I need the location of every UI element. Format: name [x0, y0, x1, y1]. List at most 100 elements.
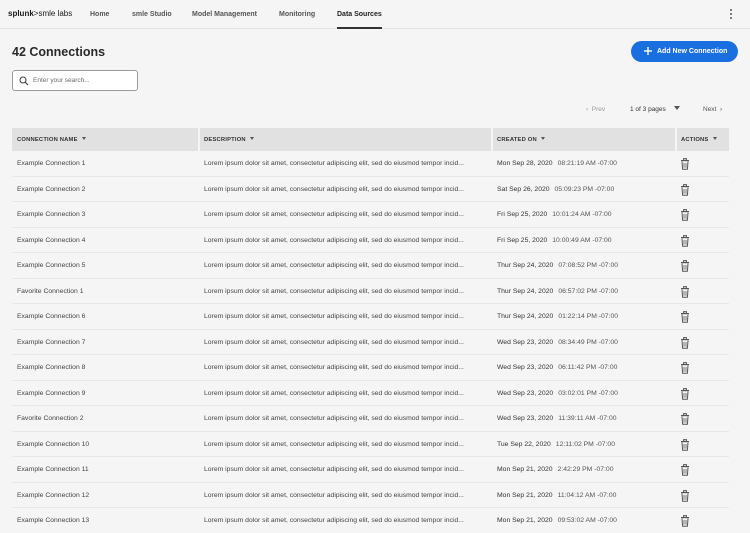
- add-new-connection-label: Add New Connection: [657, 47, 728, 55]
- trash-icon[interactable]: [680, 208, 690, 221]
- created-date: Fri Sep 25, 2020: [497, 236, 548, 244]
- created-time: 06:57:02 PM -07:00: [558, 287, 619, 295]
- connection-description: Lorem ipsum dolor sit amet, consectetur …: [204, 160, 464, 167]
- created-date: Sat Sep 26, 2020: [497, 185, 550, 193]
- created-date: Wed Sep 23, 2020: [497, 338, 554, 346]
- table-row[interactable]: Example Connection 6 Lorem ipsum dolor si…: [12, 304, 729, 330]
- connection-name[interactable]: Example Connection 7: [17, 339, 197, 346]
- trash-icon[interactable]: [680, 336, 690, 349]
- connection-description: Lorem ipsum dolor sit amet, consectetur …: [204, 491, 464, 499]
- pagination-next-button[interactable]: Next ›: [703, 106, 722, 113]
- connection-name[interactable]: Example Connection 9: [17, 390, 197, 397]
- created-time: 09:53:02 AM -07:00: [557, 517, 617, 524]
- table-row[interactable]: Example Connection 4 Lorem ipsum dolor si…: [12, 228, 729, 253]
- trash-icon[interactable]: [680, 183, 690, 196]
- table-header: CONNECTION NAME DESCRIPTION CREATED ON A…: [12, 128, 729, 151]
- trash-icon[interactable]: [680, 463, 690, 476]
- created-date: Mon Sep 21, 2020: [497, 517, 553, 524]
- connection-name[interactable]: Favorite Connection 1: [17, 288, 197, 295]
- trash-icon[interactable]: [680, 514, 690, 527]
- column-header-actions[interactable]: ACTIONS: [681, 128, 717, 151]
- trash-icon[interactable]: [680, 310, 690, 323]
- nav-data-sources[interactable]: Data Sources: [337, 11, 382, 18]
- connection-description: Lorem ipsum dolor sit amet, consectetur …: [204, 415, 464, 422]
- pagination-prev-button[interactable]: ‹ Prev: [586, 106, 605, 113]
- connection-name[interactable]: Example Connection 8: [17, 364, 197, 371]
- app-logo[interactable]: splunk>smle labs: [8, 9, 72, 18]
- connection-description: Lorem ipsum dolor sit amet, consectetur …: [204, 364, 464, 371]
- trash-icon[interactable]: [680, 285, 690, 298]
- table-row[interactable]: Example Connection 3 Lorem ipsum dolor si…: [12, 202, 729, 228]
- connection-name[interactable]: Example Connection 10: [17, 441, 197, 448]
- column-header-description[interactable]: DESCRIPTION: [204, 128, 254, 151]
- sort-caret-icon: [540, 136, 545, 140]
- table-row[interactable]: Example Connection 5 Lorem ipsum dolor si…: [12, 253, 729, 279]
- search-icon: [19, 76, 29, 86]
- table-row[interactable]: Example Connection 2 Lorem ipsum dolor si…: [12, 177, 729, 202]
- created-time: 2:42:29 PM -07:00: [557, 466, 614, 473]
- created-time: 12:11:02 PM -07:00: [555, 440, 615, 448]
- created-date: Mon Sep 21, 2020: [497, 466, 553, 473]
- column-header-created-on[interactable]: CREATED ON: [497, 128, 545, 151]
- created-on: Mon Sep 21, 2020 09:53:02 AM -07:00: [497, 517, 672, 524]
- table-row[interactable]: Example Connection 8 Lorem ipsum dolor si…: [12, 355, 729, 381]
- table-row[interactable]: Favorite Connection 2 Lorem ipsum dolor s…: [12, 406, 729, 432]
- table-row[interactable]: Example Connection 1 Lorem ipsum dolor si…: [12, 151, 729, 177]
- trash-icon[interactable]: [680, 361, 690, 374]
- trash-icon[interactable]: [680, 234, 690, 247]
- connection-description: Lorem ipsum dolor sit amet, consectetur …: [204, 466, 464, 473]
- created-time: 11:39:11 AM -07:00: [558, 415, 617, 422]
- created-time: 01:22:14 PM -07:00: [558, 313, 619, 320]
- column-divider: [491, 128, 493, 151]
- connection-name[interactable]: Example Connection 2: [17, 186, 197, 193]
- trash-icon[interactable]: [680, 412, 690, 425]
- connection-name[interactable]: Example Connection 5: [17, 262, 197, 269]
- more-vertical-icon[interactable]: [728, 9, 734, 21]
- column-header-label: CONNECTION NAME: [17, 136, 78, 143]
- add-new-connection-button[interactable]: Add New Connection: [631, 41, 738, 62]
- created-on: Thur Sep 24, 2020 06:57:02 PM -07:00: [497, 288, 672, 295]
- trash-icon[interactable]: [680, 489, 690, 502]
- created-on: Sat Sep 26, 2020 05:09:23 PM -07:00: [497, 186, 672, 193]
- column-header-connection-name[interactable]: CONNECTION NAME: [17, 128, 86, 151]
- nav-monitoring[interactable]: Monitoring: [279, 11, 315, 18]
- created-time: 06:11:42 PM -07:00: [558, 364, 618, 371]
- table-row[interactable]: Example Connection 10 Lorem ipsum dolor s…: [12, 432, 729, 457]
- table-row[interactable]: Example Connection 9 Lorem ipsum dolor si…: [12, 381, 729, 406]
- trash-icon[interactable]: [680, 157, 690, 170]
- connection-name[interactable]: Favorite Connection 2: [17, 415, 197, 422]
- connection-name[interactable]: Example Connection 4: [17, 237, 197, 244]
- connection-description: Lorem ipsum dolor sit amet, consectetur …: [204, 313, 464, 320]
- table-row[interactable]: Example Connection 13 Lorem ipsum dolor s…: [12, 508, 729, 533]
- connection-name[interactable]: Example Connection 13: [17, 517, 197, 524]
- connection-name[interactable]: Example Connection 12: [17, 492, 197, 499]
- search-box: [12, 70, 138, 91]
- created-time: 07:08:52 PM -07:00: [558, 262, 619, 269]
- connection-description: Lorem ipsum dolor sit amet, consectetur …: [204, 338, 464, 346]
- pagination-page-select[interactable]: 1 of 3 pages: [630, 106, 680, 113]
- search-input[interactable]: [33, 74, 133, 87]
- logo-suffix: >smle labs: [33, 9, 73, 18]
- column-header-label: DESCRIPTION: [204, 136, 246, 143]
- trash-icon[interactable]: [680, 259, 690, 272]
- table-row[interactable]: Example Connection 12 Lorem ipsum dolor s…: [12, 483, 729, 508]
- nav-model-management[interactable]: Model Management: [192, 11, 257, 18]
- connection-name[interactable]: Example Connection 1: [17, 160, 197, 167]
- trash-icon[interactable]: [680, 438, 690, 451]
- created-on: Wed Sep 23, 2020 03:02:01 PM -07:00: [497, 390, 672, 397]
- connection-name[interactable]: Example Connection 6: [17, 313, 197, 320]
- sort-caret-icon: [249, 136, 254, 140]
- created-time: 08:34:49 PM -07:00: [558, 338, 618, 346]
- connection-name[interactable]: Example Connection 3: [17, 211, 197, 218]
- created-time: 10:00:49 AM -07:00: [552, 236, 612, 244]
- trash-icon[interactable]: [680, 387, 690, 400]
- table-row[interactable]: Example Connection 11 Lorem ipsum dolor s…: [12, 457, 729, 483]
- table-row[interactable]: Favorite Connection 1 Lorem ipsum dolor s…: [12, 279, 729, 304]
- nav-smle-studio[interactable]: smle Studio: [132, 11, 172, 18]
- nav-home[interactable]: Home: [90, 11, 109, 18]
- created-on: Tue Sep 22, 2020 12:11:02 PM -07:00: [497, 441, 672, 448]
- table-row[interactable]: Example Connection 7 Lorem ipsum dolor si…: [12, 330, 729, 355]
- column-header-label: ACTIONS: [681, 136, 709, 143]
- connection-name[interactable]: Example Connection 11: [17, 466, 197, 473]
- created-time: 11:04:12 AM -07:00: [557, 491, 617, 499]
